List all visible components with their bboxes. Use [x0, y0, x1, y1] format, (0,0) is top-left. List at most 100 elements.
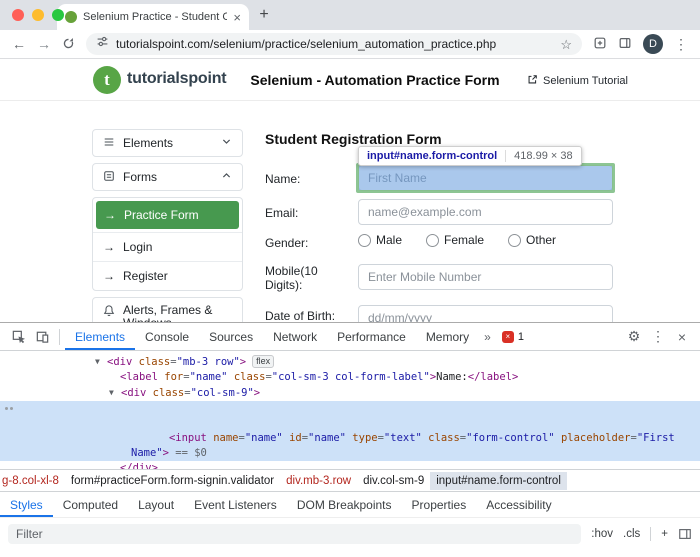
devtools-panel: Elements Console Sources Network Perform… — [0, 322, 700, 557]
new-style-rule-button[interactable]: + — [661, 524, 668, 544]
tab-computed[interactable]: Computed — [53, 492, 128, 517]
gender-label: Gender: — [265, 236, 309, 250]
tab-strip: Selenium Practice - Student C × + — [0, 0, 700, 30]
sidebar-item-practice-form[interactable]: → Practice Form — [96, 201, 239, 229]
inspect-element-icon[interactable] — [6, 325, 30, 349]
browser-window: Selenium Practice - Student C × + ← → tu… — [0, 0, 700, 557]
browser-toolbar: ← → tutorialspoint.com/selenium/practice… — [0, 30, 700, 59]
profile-avatar[interactable]: D — [643, 34, 663, 54]
brand-wordmark: tutorialspoint — [127, 70, 227, 87]
sidebar-item-login[interactable]: → Login — [93, 232, 242, 261]
breadcrumb-item[interactable]: g-8.col-xl-8 — [0, 472, 65, 490]
devtools-tab-console[interactable]: Console — [135, 323, 199, 350]
back-icon[interactable]: ← — [12, 37, 26, 51]
tree-node-input-selected-wrap[interactable]: Name"> == $0 — [0, 446, 700, 461]
mobile-input[interactable] — [358, 264, 613, 290]
line-gutter-marker — [5, 407, 8, 410]
gender-radio-other[interactable] — [508, 233, 522, 247]
dob-label: Date of Birth: — [265, 309, 336, 322]
devtools-tab-elements[interactable]: Elements — [65, 323, 135, 350]
tree-node-col-div[interactable]: ▼ <div class="col-sm-9"> — [0, 385, 700, 401]
reload-icon[interactable] — [62, 37, 75, 52]
gender-radio-male[interactable] — [358, 233, 371, 247]
tab-styles[interactable]: Styles — [0, 492, 53, 517]
new-tab-button[interactable]: + — [251, 2, 277, 28]
toggle-element-state-button[interactable]: :hov — [591, 524, 613, 544]
email-input[interactable] — [358, 199, 613, 225]
gender-radio-female[interactable] — [426, 233, 440, 247]
sidebar-item-register[interactable]: → Register — [93, 261, 242, 290]
form-heading: Student Registration Form — [265, 131, 442, 147]
external-link-icon — [527, 74, 538, 88]
inspect-tooltip-size: 418.99 × 38 — [514, 150, 573, 162]
selenium-tutorial-link[interactable]: Selenium Tutorial — [527, 74, 628, 88]
error-counter[interactable]: × 1 — [496, 330, 530, 343]
breadcrumb-item[interactable]: div.mb-3.row — [280, 472, 357, 490]
name-label: Name: — [265, 172, 301, 186]
gender-option-male: Male — [358, 233, 402, 247]
arrow-right-icon: → — [103, 240, 115, 254]
styles-pane-tabs: Styles Computed Layout Event Listeners D… — [0, 491, 700, 517]
styles-panel-icon[interactable] — [678, 527, 692, 546]
devtools-tab-performance[interactable]: Performance — [327, 323, 416, 350]
browser-menu-icon[interactable]: ⋮ — [674, 37, 688, 51]
page-viewport: t tutorialspoint Selenium - Automation P… — [0, 59, 700, 322]
tab-accessibility[interactable]: Accessibility — [476, 492, 561, 517]
devtools-tab-memory[interactable]: Memory — [416, 323, 479, 350]
tab-event-listeners[interactable]: Event Listeners — [184, 492, 287, 517]
dob-input[interactable] — [358, 305, 613, 322]
breadcrumb-item-selected[interactable]: input#name.form-control — [430, 471, 567, 490]
sidebar-item-elements[interactable]: Elements — [92, 129, 243, 157]
bell-icon — [103, 304, 115, 321]
minimize-window-button[interactable] — [32, 9, 44, 21]
devtools-close-icon[interactable]: × — [670, 325, 694, 349]
tab-close-icon[interactable]: × — [233, 11, 241, 24]
page-title: Selenium - Automation Practice Form — [250, 72, 500, 88]
devtools-menu-icon[interactable]: ⋮ — [646, 325, 670, 349]
tab-properties[interactable]: Properties — [402, 492, 477, 517]
tutorialspoint-logo[interactable]: t — [93, 66, 121, 94]
forms-submenu: → Practice Form → Login → Register — [92, 197, 243, 291]
breadcrumb-item[interactable]: div.col-sm-9 — [357, 472, 430, 490]
side-panel-icon[interactable] — [618, 36, 632, 52]
elements-tree: ▼ <div class="mb-3 row"> flex <label for="… — [0, 351, 700, 469]
tree-node-row-div[interactable]: ▼ <div class="mb-3 row"> flex — [0, 354, 700, 370]
styles-filter-bar: :hov .cls + — [0, 517, 700, 557]
sidebar-item-forms[interactable]: Forms — [92, 163, 243, 191]
forward-icon[interactable]: → — [37, 37, 51, 51]
tab-title: Selenium Practice - Student C — [83, 11, 228, 23]
breadcrumb-item[interactable]: form#practiceForm.form-signin.validator — [65, 472, 280, 490]
tab-layout[interactable]: Layout — [128, 492, 184, 517]
sidebar: Elements Forms → Practice Form → Login →… — [92, 129, 243, 322]
gender-option-female: Female — [426, 233, 484, 247]
devtools-settings-icon[interactable]: ⚙ — [622, 325, 646, 349]
bookmark-star-icon[interactable]: ☆ — [560, 38, 572, 51]
devtools-tab-network[interactable]: Network — [263, 323, 327, 350]
arrow-right-icon: → — [104, 208, 116, 222]
filter-bar-divider — [650, 527, 652, 541]
devtools-tab-sources[interactable]: Sources — [199, 323, 263, 350]
url-text[interactable]: tutorialspoint.com/selenium/practice/sel… — [116, 37, 553, 51]
device-toolbar-icon[interactable] — [30, 325, 54, 349]
chevron-up-icon — [221, 170, 232, 184]
element-classes-button[interactable]: .cls — [623, 524, 640, 544]
tree-node-input-selected[interactable]: <input name="name" id="name" type="text"… — [0, 401, 700, 446]
name-field-wrap — [356, 163, 615, 193]
browser-tab[interactable]: Selenium Practice - Student C × — [57, 4, 249, 30]
more-tabs-icon[interactable]: » — [479, 330, 496, 344]
zoom-window-button[interactable] — [52, 9, 64, 21]
name-input[interactable] — [358, 165, 613, 191]
tree-node-label[interactable]: <label for="name" class="col-sm-3 col-fo… — [0, 370, 700, 385]
site-settings-icon[interactable] — [96, 35, 109, 53]
extensions-icon[interactable] — [593, 36, 607, 52]
tree-node-close-col-div[interactable]: </div> — [0, 461, 700, 469]
gender-radio-group: Male Female Other — [358, 233, 556, 247]
error-count: 1 — [517, 330, 524, 343]
close-window-button[interactable] — [12, 9, 24, 21]
styles-filter-input[interactable] — [8, 524, 582, 544]
arrow-right-icon: → — [103, 269, 115, 283]
sidebar-item-alerts-frames-windows[interactable]: Alerts, Frames & Windows — [92, 297, 243, 322]
address-bar[interactable]: tutorialspoint.com/selenium/practice/sel… — [86, 33, 582, 55]
elements-icon — [103, 136, 115, 151]
tab-dom-breakpoints[interactable]: DOM Breakpoints — [287, 492, 402, 517]
